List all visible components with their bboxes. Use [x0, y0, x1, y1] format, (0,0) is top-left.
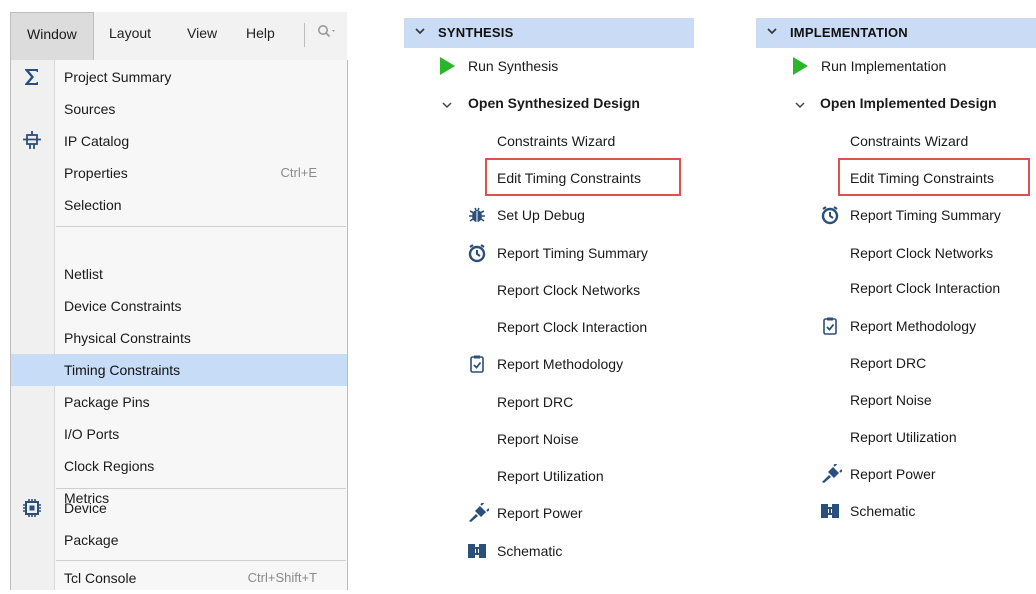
report-drc-link[interactable]: Report DRC [850, 355, 926, 371]
implementation-header[interactable]: IMPLEMENTATION [756, 18, 1036, 48]
open-implemented-design[interactable]: Open Implemented Design [820, 95, 997, 111]
menu-item-properties[interactable]: Properties Ctrl+E [11, 157, 347, 189]
menu-item-label: Tcl Console [64, 570, 137, 586]
menu-separator [56, 488, 346, 489]
shortcut-label: Ctrl+Shift+T [247, 570, 317, 585]
search-icon[interactable] [317, 24, 339, 45]
report-clock-networks-link[interactable]: Report Clock Networks [497, 282, 640, 298]
menu-item-physical-constraints[interactable]: Physical Constraints [11, 322, 347, 354]
menu-separator [304, 23, 305, 47]
report-clock-interaction-link[interactable]: Report Clock Interaction [497, 319, 647, 335]
report-noise-link[interactable]: Report Noise [497, 431, 579, 447]
report-clock-interaction-link[interactable]: Report Clock Interaction [850, 280, 1000, 296]
section-title: IMPLEMENTATION [790, 25, 908, 40]
clipboard-check-icon [820, 316, 840, 336]
report-drc-link[interactable]: Report DRC [497, 394, 573, 410]
run-play-icon [791, 56, 811, 76]
item-label: Report Methodology [850, 318, 977, 334]
menu-item-timing-constraints[interactable]: Timing Constraints [11, 354, 347, 386]
timer-icon [467, 243, 487, 263]
chip-icon [21, 497, 43, 519]
edit-timing-constraints-link[interactable]: Edit Timing Constraints [850, 170, 994, 186]
menu-item-clock-regions[interactable]: Clock Regions [11, 450, 347, 482]
menu-item-package-pins[interactable]: Package Pins [11, 386, 347, 418]
timer-icon [820, 205, 840, 225]
menu-separator [56, 560, 346, 561]
edit-timing-constraints-link[interactable]: Edit Timing Constraints [497, 170, 641, 186]
bug-icon [467, 205, 487, 225]
menu-item-label: Selection [64, 197, 122, 213]
power-plug-icon [820, 462, 843, 484]
window-menu-dropdown: Project Summary Sources IP Catalog Prope… [10, 60, 348, 590]
constraints-wizard-link[interactable]: Constraints Wizard [497, 133, 615, 149]
menu-item-label: Netlist [64, 266, 103, 282]
menu-item-selection[interactable]: Selection [11, 189, 347, 221]
section-title: SYNTHESIS [438, 25, 514, 40]
schematic-icon [467, 541, 487, 561]
schematic-icon [820, 501, 840, 521]
menu-item-label: Clock Regions [64, 458, 155, 474]
chevron-down-icon[interactable] [794, 98, 806, 114]
report-noise-link[interactable]: Report Noise [850, 392, 932, 408]
menu-item-ip-catalog[interactable]: IP Catalog [11, 125, 347, 157]
report-clock-networks-link[interactable]: Report Clock Networks [850, 245, 993, 261]
open-synthesized-design[interactable]: Open Synthesized Design [468, 95, 640, 111]
item-label: Report Methodology [497, 356, 624, 372]
synthesis-header[interactable]: SYNTHESIS [404, 18, 694, 48]
clipboard-check-icon [467, 354, 487, 374]
menu-layout[interactable]: Layout [109, 25, 151, 41]
chevron-down-icon[interactable] [441, 98, 453, 114]
item-label: Report Power [850, 466, 936, 482]
chevron-down-icon [766, 24, 778, 40]
menu-item-label: I/O Ports [64, 426, 120, 442]
shortcut-label: Ctrl+E [280, 165, 317, 180]
item-label: Run Synthesis [468, 58, 559, 74]
item-label: Schematic [850, 503, 916, 519]
menu-item-sources[interactable]: Sources [11, 93, 347, 125]
report-utilization-link[interactable]: Report Utilization [850, 429, 957, 445]
menu-item-device-constraints[interactable]: Device Constraints [11, 290, 347, 322]
ip-core-icon [21, 130, 43, 152]
menu-item-label: Timing Constraints [64, 362, 181, 378]
menu-view[interactable]: View [187, 25, 217, 41]
sigma-icon [21, 66, 43, 88]
item-label: Run Implementation [821, 58, 947, 74]
menu-item-package[interactable]: Package [11, 524, 347, 556]
menu-item-label: Physical Constraints [64, 330, 191, 346]
chevron-down-icon [414, 24, 426, 40]
menu-item-netlist[interactable]: Netlist [11, 258, 347, 290]
run-play-icon [438, 56, 458, 76]
menu-item-label: Device Constraints [64, 298, 182, 314]
item-label: Report Power [497, 505, 583, 521]
menu-item-label: Package [64, 532, 119, 548]
menu-help[interactable]: Help [246, 25, 275, 41]
menu-item-label: Device [64, 500, 107, 516]
menu-separator [56, 226, 346, 227]
menu-item-label: Package Pins [64, 394, 150, 410]
menu-item-label: Properties [64, 165, 128, 181]
report-utilization-link[interactable]: Report Utilization [497, 468, 604, 484]
item-label: Report Timing Summary [850, 207, 1001, 223]
constraints-wizard-link[interactable]: Constraints Wizard [850, 133, 968, 149]
menu-item-io-ports[interactable]: I/O Ports [11, 418, 347, 450]
menu-item-tcl-console[interactable]: Tcl Console Ctrl+Shift+T [11, 562, 347, 594]
item-label: Report Timing Summary [497, 245, 648, 261]
menu-window-label: Window [27, 26, 77, 42]
item-label: Set Up Debug [497, 207, 585, 223]
power-plug-icon [467, 501, 490, 523]
menu-item-device[interactable]: Device [11, 492, 347, 524]
item-label: Schematic [497, 543, 563, 559]
menu-item-project-summary[interactable]: Project Summary [11, 61, 347, 93]
menu-item-label: Project Summary [64, 69, 172, 85]
menu-item-label: Sources [64, 101, 116, 117]
menu-bar: Window Layout View Help [10, 12, 347, 61]
menu-item-label: IP Catalog [64, 133, 130, 149]
menu-window[interactable]: Window [10, 12, 94, 60]
